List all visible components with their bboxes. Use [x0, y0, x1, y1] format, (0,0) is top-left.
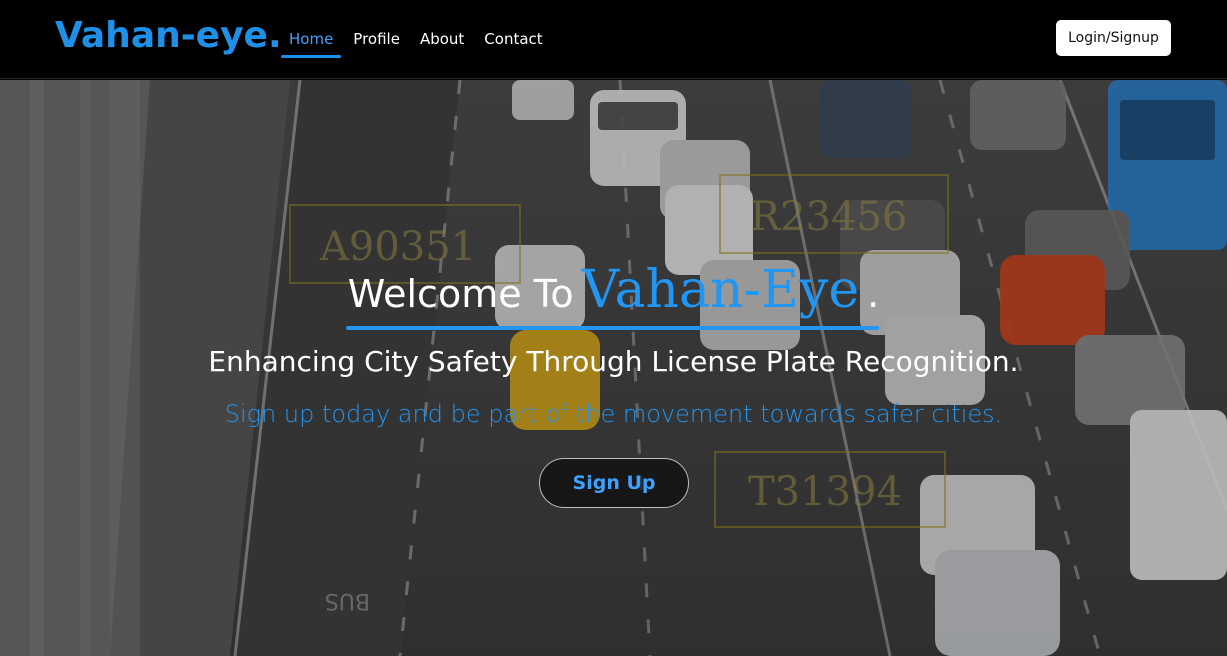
nav-link-contact[interactable]: Contact: [476, 26, 550, 60]
signup-button[interactable]: Sign Up: [539, 458, 689, 508]
login-signup-button[interactable]: Login/Signup: [1056, 20, 1171, 56]
navbar: Vahan-eye. Home Profile About Contact Lo…: [0, 0, 1227, 79]
hero-subtext: Sign up today and be part of the movemen…: [224, 400, 1003, 428]
welcome-brand: Vahan-Eye: [581, 260, 860, 320]
hero-section: BUS A90351 R23456 T31394 Welcome To Vaha…: [0, 80, 1227, 656]
nav-link-profile[interactable]: Profile: [345, 26, 408, 60]
welcome-heading-inner: Welcome To Vahan-Eye.: [345, 260, 881, 330]
brand-logo[interactable]: Vahan-eye.: [55, 14, 282, 58]
welcome-underline: [345, 326, 880, 330]
welcome-heading: Welcome To Vahan-Eye.: [0, 260, 1227, 330]
welcome-suffix: .: [867, 272, 880, 316]
nav-link-home[interactable]: Home: [281, 26, 342, 60]
nav-links: Home Profile About Contact: [281, 26, 555, 60]
nav-link-about[interactable]: About: [412, 26, 472, 60]
hero-tagline: Enhancing City Safety Through License Pl…: [208, 345, 1019, 378]
welcome-prefix: Welcome To: [347, 272, 574, 316]
